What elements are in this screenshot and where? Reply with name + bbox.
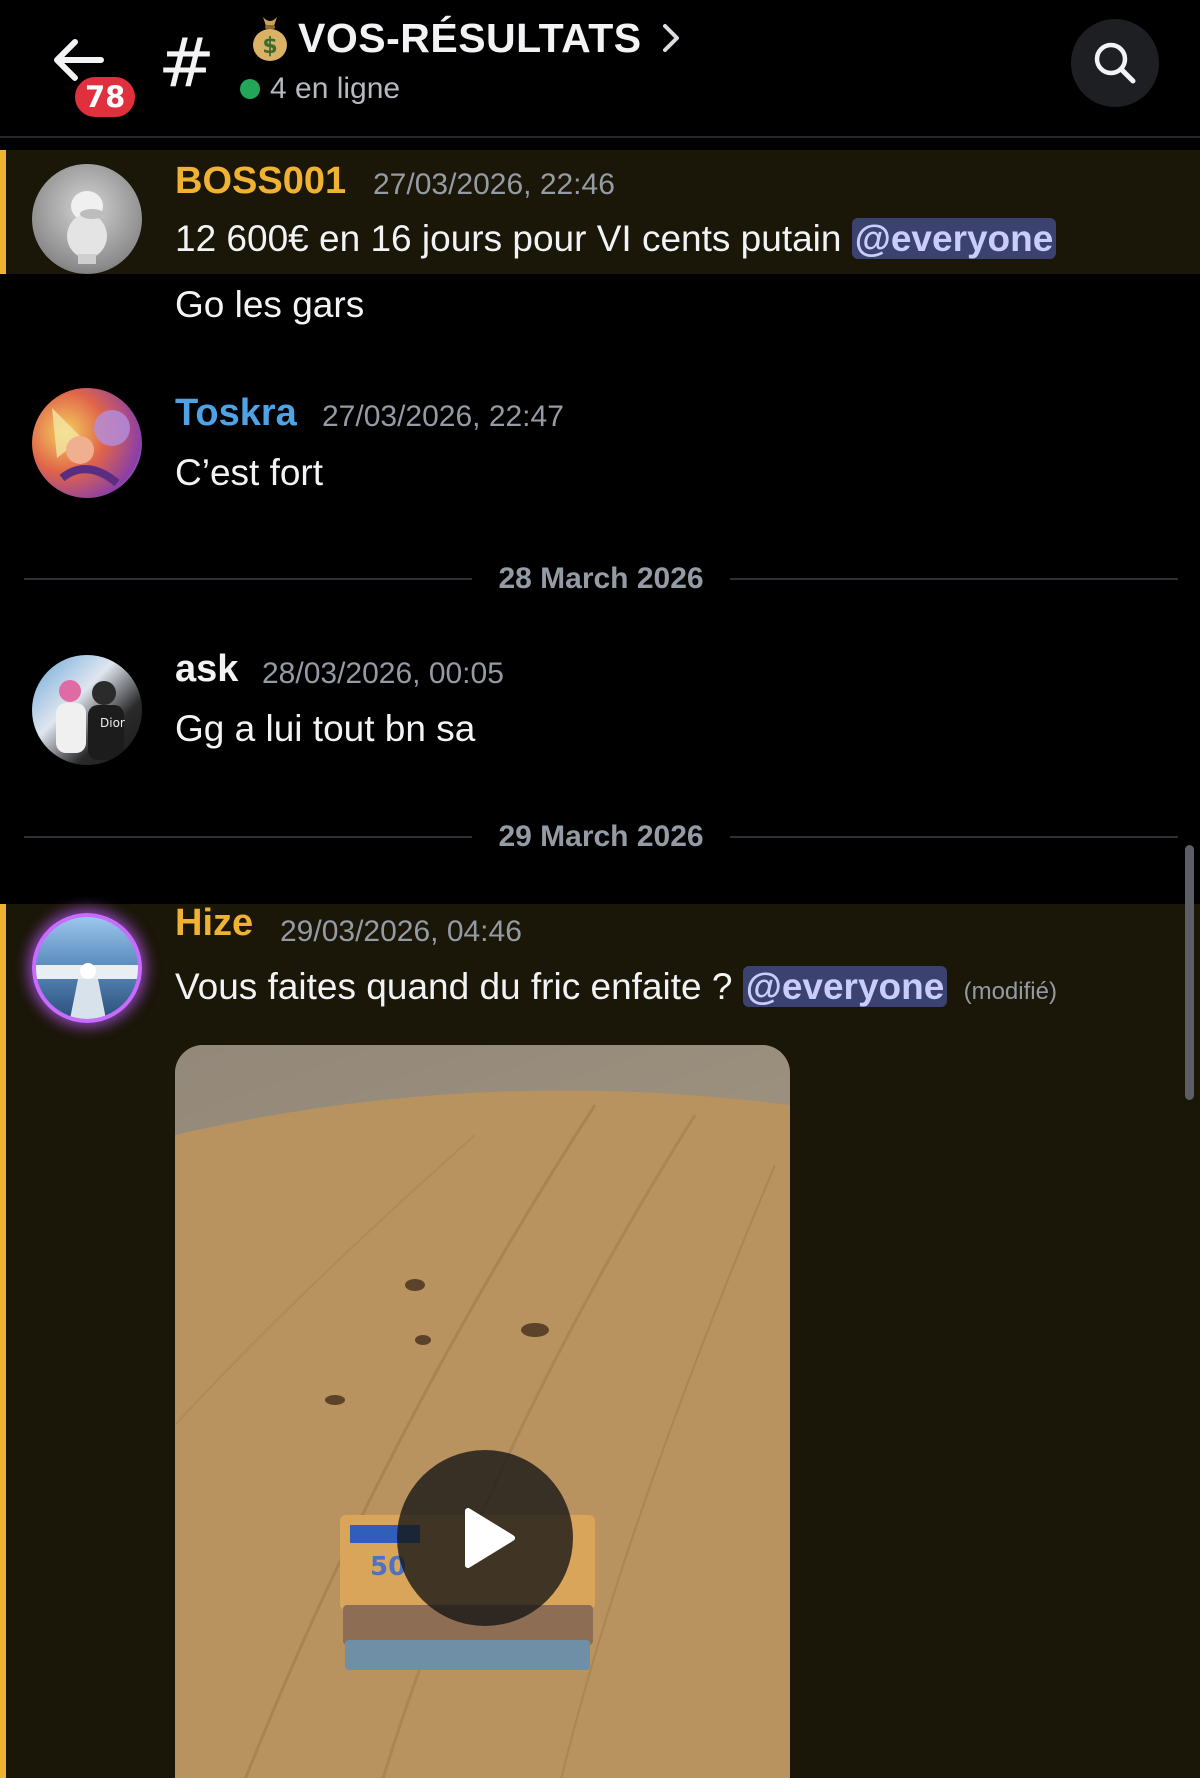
divider-line [24,578,473,580]
chat-screen: 78 # $ VOS-RÉSULTATS 4 en ligne BOSS001 … [0,0,1200,1778]
play-button[interactable] [397,1450,573,1626]
avatar-image [67,191,107,264]
divider-line [729,836,1179,838]
divider-date: 28 March 2026 [498,562,704,595]
divider-line [24,836,473,838]
avatar-image: Dior [56,680,125,760]
play-icon [465,1508,515,1568]
channel-header: 78 # $ VOS-RÉSULTATS 4 en ligne [0,0,1200,138]
chevron-right-icon [662,24,679,52]
video-attachment[interactable]: 50 [175,1045,790,1778]
timestamp: 27/03/2026, 22:46 [373,168,615,201]
username[interactable]: ask [175,648,238,691]
avatar[interactable] [32,913,142,1023]
message-text: 12 600€ en 16 jours pour VI cents putain… [175,218,1057,260]
unread-badge: 78 [70,72,141,122]
svg-text:Dior: Dior [100,716,125,730]
moneybag-icon: $ [253,17,287,61]
timestamp: 29/03/2026, 04:46 [280,915,522,948]
channel-name: VOS-RÉSULTATS [298,14,642,61]
search-icon [1094,42,1136,84]
message-body: Vous faites quand du fric enfaite ? [175,966,733,1007]
message-text: Gg a lui tout bn sa [175,708,476,749]
username-text: BOSS001 [175,160,347,202]
avatar[interactable]: Dior [32,655,142,765]
avatar[interactable] [32,388,142,498]
message-text: Vous faites quand du fric enfaite ? @eve… [175,966,1057,1008]
username[interactable]: BOSS001 [175,160,346,203]
timestamp: 27/03/2026, 22:47 [322,400,564,433]
mention-everyone[interactable]: @everyone [742,966,948,1007]
divider-date: 29 March 2026 [498,820,704,853]
timestamp: 28/03/2026, 00:05 [262,657,504,690]
message-list[interactable]: BOSS001 27/03/2026, 22:46 12 600€ en 16 … [0,140,1200,1778]
username-text: Toskra [175,392,297,434]
avatar[interactable] [32,164,142,274]
svg-text:$: $ [262,34,277,59]
username[interactable]: Hize [175,902,253,945]
channel-hash-icon: # [158,24,215,103]
username-text: Hize [175,902,254,944]
username[interactable]: Toskra [175,392,297,435]
message-text-followup: Go les gars [175,284,365,325]
message-body: 12 600€ en 16 jours pour VI cents putain [175,218,842,259]
username-text: ask [175,648,239,690]
date-divider: 28 March 2026 [24,559,1179,599]
date-divider: 29 March 2026 [24,817,1179,857]
channel-title[interactable]: $ VOS-RÉSULTATS [250,8,682,68]
divider-line [729,578,1179,580]
mention-everyone[interactable]: @everyone [851,218,1057,259]
message-text: C’est fort [175,452,324,493]
avatar-image [36,963,138,1019]
scrollbar[interactable] [1185,845,1194,1100]
edited-label: (modifié) [963,978,1057,1005]
online-status: 4 en ligne [240,72,400,106]
video-thumbnail: 50 [175,1045,790,1778]
search-button[interactable] [1071,19,1159,107]
online-dot-icon [240,79,260,99]
online-count: 4 en ligne [270,72,401,105]
avatar-image [52,408,130,487]
